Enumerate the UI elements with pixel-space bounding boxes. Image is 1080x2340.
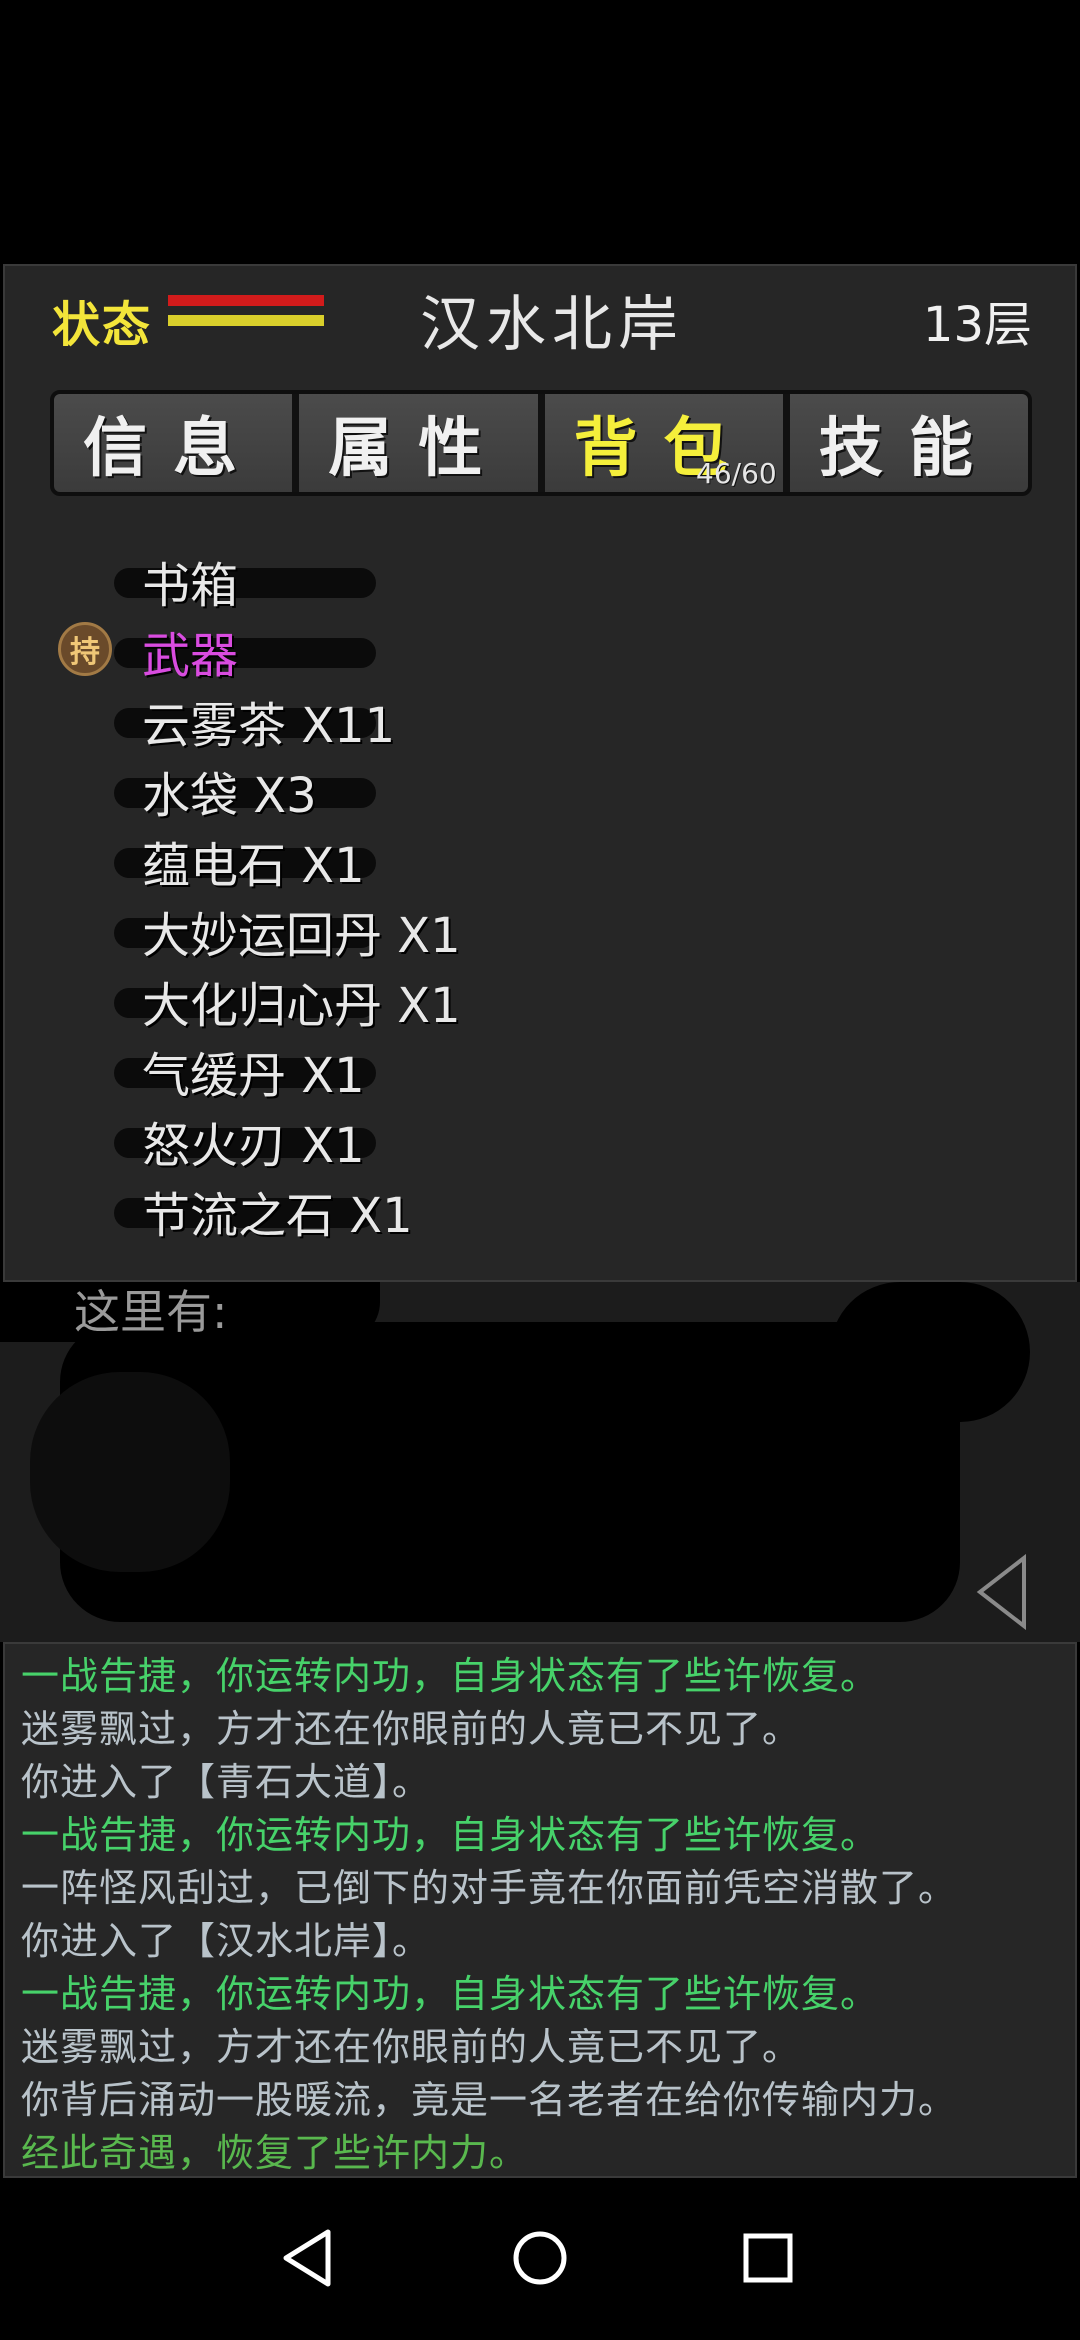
inventory-item[interactable]: 武器 [112,616,812,684]
tab-attributes-label: 属性 [328,412,509,486]
inventory-item[interactable]: 大化归心丹 X1 [112,966,812,1034]
energy-bar [168,315,324,326]
item-label: 蕴电石 X1 [142,838,365,894]
tab-info[interactable]: 信息 [54,394,292,492]
recents-icon[interactable] [732,2222,804,2294]
equipped-badge-icon: 持 [58,622,112,676]
message-log: 一战告捷，你运转内功，自身状态有了些许恢复。 迷雾飘过，方才还在你眼前的人竟已不… [3,1642,1077,2178]
system-navbar [0,2178,1080,2340]
inventory-item[interactable]: 节流之石 X1 [112,1176,812,1244]
item-label: 武器 [142,628,239,684]
log-line: 迷雾飘过，方才还在你眼前的人竟已不见了。 [21,1707,802,1751]
inventory-item[interactable]: 气缓丹 X1 [112,1036,812,1104]
backpack-count: 46/60 [696,457,777,490]
item-label: 云雾茶 X11 [142,698,396,754]
collapse-arrow-icon[interactable] [976,1554,1028,1630]
smoke-decoration [30,1372,230,1572]
inventory-item[interactable]: 大妙运回丹 X1 [112,896,812,964]
log-line: 你进入了【汉水北岸】。 [21,1919,432,1963]
here-label: 这里有: [74,1285,228,1339]
item-label: 节流之石 X1 [142,1188,413,1244]
inventory-item[interactable]: 云雾茶 X11 [112,686,812,754]
top-blank-area [0,0,1080,264]
item-label: 气缓丹 X1 [142,1048,365,1104]
inventory-item[interactable]: 蕴电石 X1 [112,826,812,894]
back-icon[interactable] [272,2222,344,2294]
inventory-item[interactable]: 书箱 [112,546,812,614]
floor-indicator: 13层 [922,297,1032,353]
item-label: 水袋 X3 [142,768,317,824]
smoke-decoration [830,1282,1030,1422]
log-line: 经此奇遇，恢复了些许内力。 [21,2131,529,2175]
tab-bar: 信息 属性 背包 46/60 技能 [50,390,1032,496]
inventory-item[interactable]: 怒火刃 X1 [112,1106,812,1174]
tab-skills[interactable]: 技能 [782,394,1028,492]
status-bars[interactable] [168,293,324,333]
log-line: 一战告捷，你运转内功，自身状态有了些许恢复。 [21,1654,880,1698]
tab-attributes[interactable]: 属性 [292,394,537,492]
log-line: 一阵怪风刮过，已倒下的对手竟在你面前凭空消散了。 [21,1866,958,1910]
location-title: 汉水北岸 [420,290,684,360]
tab-backpack[interactable]: 背包 46/60 [537,394,783,492]
item-label: 大化归心丹 X1 [142,978,461,1034]
item-label: 书箱 [142,558,239,614]
tab-skills-label: 技能 [818,412,999,486]
health-bar [168,295,324,306]
log-line: 一战告捷，你运转内功，自身状态有了些许恢复。 [21,1813,880,1857]
log-line: 迷雾飘过，方才还在你眼前的人竟已不见了。 [21,2025,802,2069]
item-label: 大妙运回丹 X1 [142,908,461,964]
status-label[interactable]: 状态 [52,285,152,355]
inventory-item[interactable]: 水袋 X3 [112,756,812,824]
home-icon[interactable] [504,2222,576,2294]
item-label: 怒火刃 X1 [142,1118,365,1174]
log-line: 你进入了【青石大道】。 [21,1760,432,1804]
tab-info-label: 信息 [83,412,264,486]
log-line: 一战告捷，你运转内功，自身状态有了些许恢复。 [21,1972,880,2016]
log-line: 你背后涌动一股暖流，竟是一名老者在给你传输内力。 [21,2078,958,2122]
